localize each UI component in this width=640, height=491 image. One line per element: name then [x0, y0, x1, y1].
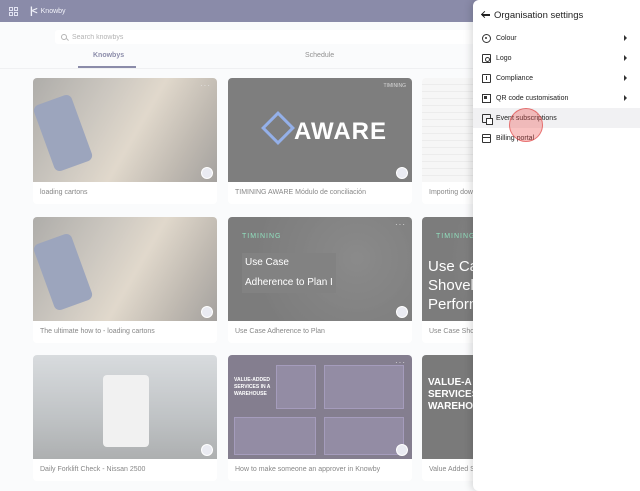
chevron-right-icon: [624, 75, 627, 81]
menu-item-label: Compliance: [496, 74, 533, 82]
panel-header: Organisation settings: [473, 0, 640, 30]
chevron-right-icon: [624, 95, 627, 101]
back-arrow-icon[interactable]: [481, 10, 491, 20]
menu-item-label: Colour: [496, 34, 517, 42]
image-icon: [482, 53, 491, 63]
chevron-right-icon: [624, 35, 627, 41]
compliance-icon: [482, 73, 491, 83]
billing-icon: [482, 133, 491, 143]
menu-item-logo[interactable]: Logo: [473, 48, 640, 68]
event-subscription-icon: [482, 113, 493, 125]
panel-title: Organisation settings: [494, 9, 584, 21]
menu-item-colour[interactable]: Colour: [473, 28, 640, 48]
menu-item-label: QR code customisation: [496, 94, 569, 102]
click-indicator: [509, 108, 543, 142]
palette-icon: [482, 33, 491, 43]
organisation-settings-panel: Organisation settings Colour Logo Compli…: [473, 0, 640, 491]
menu-item-billing-portal[interactable]: Billing portal: [473, 128, 640, 148]
menu-item-label: Logo: [496, 54, 512, 62]
menu-item-qr-code-customisation[interactable]: QR code customisation: [473, 88, 640, 108]
qr-code-icon: [482, 93, 491, 103]
menu-item-event-subscriptions[interactable]: Event subscriptions: [473, 108, 640, 128]
chevron-right-icon: [624, 55, 627, 61]
menu-item-compliance[interactable]: Compliance: [473, 68, 640, 88]
